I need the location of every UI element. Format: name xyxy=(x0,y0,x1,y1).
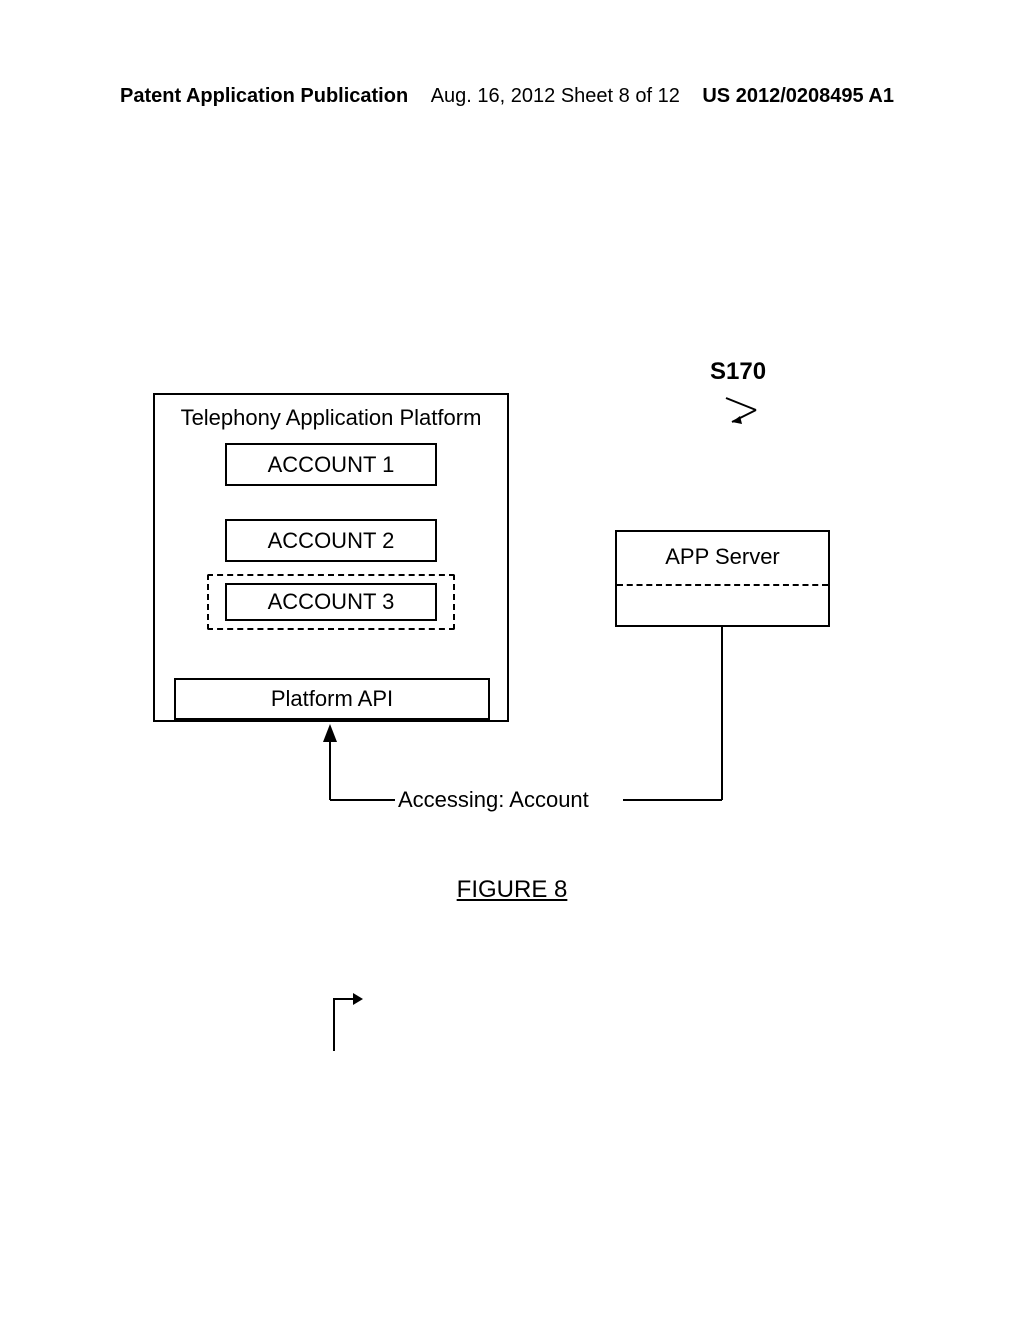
app-server-box: APP Server xyxy=(615,530,830,627)
header-publication: Patent Application Publication xyxy=(120,85,408,108)
platform-api-box: Platform API xyxy=(174,678,490,720)
header-patent-number: US 2012/0208495 A1 xyxy=(702,85,894,108)
account-3-dashed-container: ACCOUNT 3 xyxy=(207,574,455,630)
app-server-divider xyxy=(617,584,828,586)
telephony-platform-box: Telephony Application Platform ACCOUNT 1… xyxy=(153,393,509,722)
account-2-box: ACCOUNT 2 xyxy=(225,519,437,562)
step-reference-mark-icon xyxy=(722,388,766,428)
header-date-sheet: Aug. 16, 2012 Sheet 8 of 12 xyxy=(431,85,680,108)
account-1-box: ACCOUNT 1 xyxy=(225,443,437,486)
figure-caption: FIGURE 8 xyxy=(457,876,568,904)
platform-title: Telephony Application Platform xyxy=(155,395,507,441)
arrow-to-account3 xyxy=(333,998,361,1000)
page-header: Patent Application Publication Aug. 16, … xyxy=(0,85,1024,108)
accessing-account-label: Accessing: Account xyxy=(398,787,589,813)
app-server-label: APP Server xyxy=(617,532,828,570)
step-s170-label: S170 xyxy=(710,358,766,386)
arrow-to-account3-vertical xyxy=(333,998,335,1051)
account-3-box: ACCOUNT 3 xyxy=(225,583,437,621)
